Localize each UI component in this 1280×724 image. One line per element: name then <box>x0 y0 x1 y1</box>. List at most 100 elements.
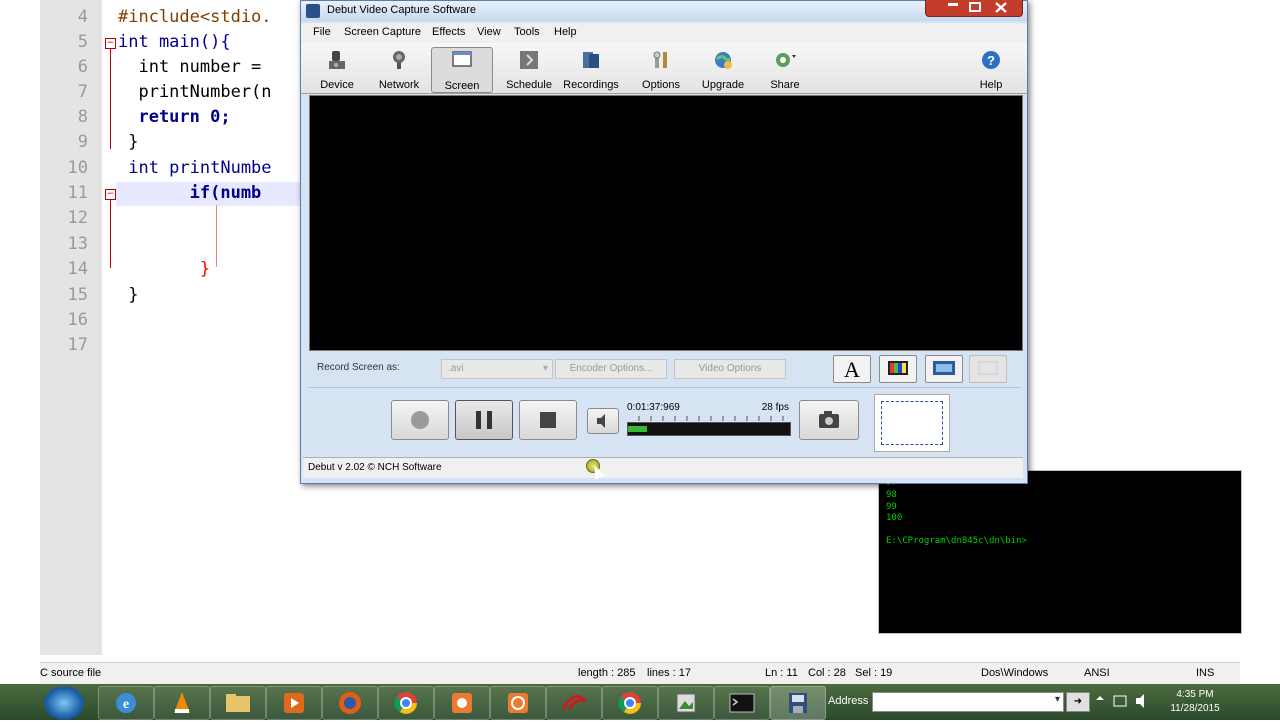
title-bar[interactable]: Debut Video Capture Software <box>301 0 1027 21</box>
toolbar-recordings-button[interactable]: Recordings <box>561 47 621 91</box>
taskbar-debut-active[interactable] <box>770 686 826 720</box>
debut-recorder-icon <box>508 693 528 713</box>
chrome-icon <box>394 692 417 714</box>
line-number: 10 <box>67 158 88 178</box>
toolbar-label: Network <box>378 79 420 91</box>
fold-line <box>110 200 111 268</box>
address-input[interactable]: ▾ <box>872 692 1064 712</box>
taskbar-chrome-2[interactable] <box>602 686 658 720</box>
line-pos-label: Ln : 11 <box>765 667 798 679</box>
stop-icon <box>540 412 556 428</box>
toolbar: Device Network Screen Schedule Recording… <box>301 43 1027 94</box>
text-a-icon: A <box>844 357 860 382</box>
snapshot-button[interactable] <box>799 400 859 440</box>
taskbar-media-player[interactable] <box>266 686 322 720</box>
taskbar-ie[interactable]: e <box>98 686 154 720</box>
version-label: Debut v 2.02 © NCH Software <box>308 462 442 473</box>
volume-tray-icon <box>1136 694 1144 708</box>
stop-button[interactable] <box>519 400 577 440</box>
taskbar-vlc[interactable] <box>154 686 210 720</box>
fold-collapse-icon[interactable]: − <box>105 189 116 200</box>
start-button[interactable] <box>44 686 84 720</box>
address-go-button[interactable]: ➜ <box>1066 692 1090 712</box>
taskbar-debut[interactable] <box>490 686 546 720</box>
speaker-icon <box>597 414 605 428</box>
network-icon <box>393 51 405 69</box>
menu-view[interactable]: View <box>477 26 501 38</box>
tray-icons[interactable] <box>1094 692 1158 712</box>
clock-date: 11/28/2015 <box>1170 703 1220 714</box>
console-window[interactable] <box>878 470 1242 634</box>
toolbar-network-button[interactable]: Network <box>369 47 429 91</box>
menu-file[interactable]: File <box>313 26 331 38</box>
record-icon <box>411 411 429 429</box>
toolbar-upgrade-button[interactable]: Upgrade <box>693 47 753 91</box>
recording-timer: 0:01:37:969 28 fps <box>627 402 793 438</box>
color-bars-icon <box>888 361 908 375</box>
toolbar-options-button[interactable]: Options <box>631 47 691 91</box>
toolbar-help-button[interactable]: ? Help <box>961 47 1021 91</box>
debut-window: Debut Video Capture Software File Screen… <box>300 0 1028 484</box>
toolbar-screen-button[interactable]: Screen <box>431 47 493 93</box>
chevron-down-icon: ▾ <box>542 363 548 374</box>
window-controls[interactable] <box>925 0 1023 17</box>
taskbar-explorer[interactable] <box>210 686 266 720</box>
red-swirl-icon <box>561 695 587 710</box>
pause-button[interactable] <box>455 400 513 440</box>
audio-level-meter <box>627 422 791 436</box>
line-number: 8 <box>77 107 88 127</box>
screen-icon <box>452 51 472 67</box>
audio-level-fill <box>628 426 648 432</box>
overlay-button[interactable] <box>969 355 1007 383</box>
taskbar-app[interactable] <box>434 686 490 720</box>
menu-effects[interactable]: Effects <box>432 26 465 38</box>
video-effects-button[interactable] <box>925 355 963 383</box>
taskbar-firefox[interactable] <box>322 686 378 720</box>
line-number: 9 <box>77 132 88 152</box>
video-options-button[interactable]: Video Options <box>674 359 786 379</box>
toolbar-share-button[interactable]: Share <box>755 47 815 91</box>
clock-time: 4:35 PM <box>1176 689 1214 700</box>
console-line: 99 <box>886 502 897 512</box>
taskbar-image-viewer[interactable] <box>658 686 714 720</box>
toolbar-label: Screen <box>444 80 480 92</box>
line-number: 15 <box>67 285 88 305</box>
capture-preview <box>309 95 1023 351</box>
toolbar-schedule-button[interactable]: Schedule <box>499 47 559 91</box>
fold-collapse-icon[interactable]: − <box>105 38 116 49</box>
upgrade-icon <box>715 52 732 69</box>
editor-status-bar: C source file length : 285 lines : 17 Ln… <box>40 662 1240 685</box>
fold-line <box>110 49 111 149</box>
insert-mode-label: INS <box>1196 667 1215 679</box>
taskbar-nch-app[interactable] <box>546 686 602 720</box>
toolbar-label: Help <box>979 79 1003 91</box>
line-number: 6 <box>77 57 88 77</box>
length-label: length : 285 <box>578 667 636 679</box>
menu-tools[interactable]: Tools <box>514 26 540 38</box>
taskbar-cmd[interactable] <box>714 686 770 720</box>
system-clock[interactable]: 4:35 PM 11/28/2015 <box>1160 688 1230 716</box>
menu-help[interactable]: Help <box>554 26 577 38</box>
code-line: return 0; <box>118 107 231 127</box>
code-line: } <box>118 132 139 152</box>
folder-icon <box>226 694 250 712</box>
text-caption-button[interactable]: A <box>833 355 871 383</box>
capture-region-thumbnail[interactable] <box>874 394 950 452</box>
menu-screen-capture[interactable]: Screen Capture <box>344 26 421 38</box>
record-button[interactable] <box>391 400 449 440</box>
audio-toggle-button[interactable] <box>587 408 619 434</box>
help-icon: ? <box>982 51 1000 69</box>
format-select[interactable]: .avi ▾ <box>441 359 553 379</box>
encoder-options-button[interactable]: Encoder Options... <box>555 359 667 379</box>
color-adjust-button[interactable] <box>879 355 917 383</box>
toolbar-label: Options <box>642 79 680 91</box>
chevron-down-icon[interactable]: ▾ <box>1055 694 1060 705</box>
toolbar-device-button[interactable]: Device <box>307 47 367 91</box>
orange-app-icon <box>452 693 472 713</box>
debut-status-bar: Debut v 2.02 © NCH Software <box>303 457 1023 478</box>
svg-text:?: ? <box>987 53 995 68</box>
internet-explorer-icon: e <box>116 693 136 713</box>
maximize-icon <box>969 2 981 12</box>
code-line: #include<stdio. <box>118 7 272 27</box>
taskbar-chrome[interactable] <box>378 686 434 720</box>
